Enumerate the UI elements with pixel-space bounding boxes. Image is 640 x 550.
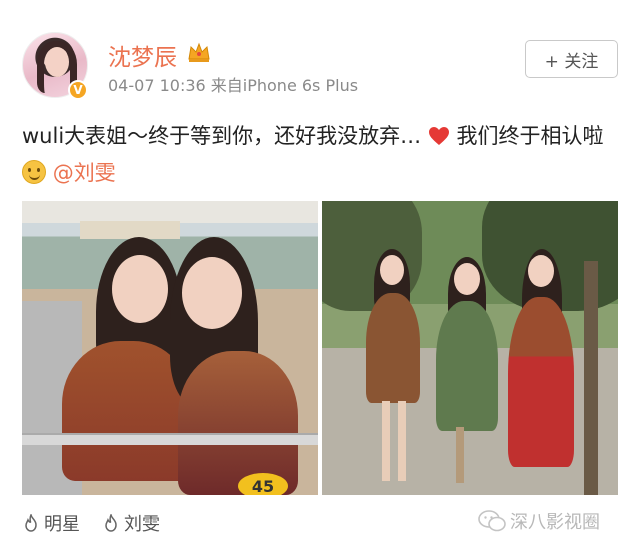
topic-tag-label: 明星 [44, 514, 80, 535]
woman-1-leg-2 [398, 401, 406, 481]
woman-3-dress [508, 297, 574, 467]
fire-icon [25, 514, 37, 532]
fire-icon [105, 514, 117, 532]
topic-tag-liuwen[interactable]: 刘雯 [102, 510, 160, 536]
woman-2-costume [436, 301, 498, 431]
crown-icon [188, 42, 210, 62]
mention-link[interactable]: @刘雯 [53, 161, 116, 185]
number-sign: 45 [238, 473, 288, 495]
smile-emoji-icon [22, 160, 46, 184]
woman-left-face [112, 255, 168, 323]
tree-trunk [584, 261, 598, 495]
watermark: 深八影视圈 [478, 508, 600, 534]
wechat-icon [478, 510, 506, 532]
follow-button[interactable]: + 关注 [525, 40, 618, 78]
post-source: 来自iPhone 6s Plus [210, 76, 359, 95]
bus-sign [80, 221, 180, 239]
bus-roof [22, 201, 318, 223]
woman-1-costume [366, 293, 420, 403]
woman-3-face [528, 255, 554, 287]
heart-icon [428, 127, 449, 145]
post-meta: 04-07 10:36 来自iPhone 6s Plus [108, 72, 358, 96]
woman-1-leg [382, 401, 390, 481]
post-photo-2[interactable] [322, 201, 618, 495]
verified-badge-icon: V [68, 80, 88, 100]
topic-tag-stars[interactable]: 明星 [22, 510, 80, 536]
topic-tags: 明星 刘雯 [22, 510, 160, 536]
post-text: wuli大表姐～终于等到你，还好我没放弃… 我们终于相认啦 @刘雯 [22, 118, 622, 192]
username[interactable]: 沈梦辰 [108, 38, 177, 72]
woman-right-face [182, 257, 242, 329]
post-text-part1: wuli大表姐～终于等到你，还好我没放弃… [22, 124, 422, 148]
woman-2-face [454, 263, 480, 295]
woman-1-face [380, 255, 404, 285]
woman-2-leg [456, 427, 464, 483]
woman-right-dress [178, 351, 298, 495]
post-photo-1[interactable]: 45 [22, 201, 318, 495]
post-timestamp: 04-07 10:36 [108, 76, 206, 95]
post-text-part2: 我们终于相认啦 [449, 124, 604, 148]
bus-rail [22, 433, 318, 445]
avatar-face [45, 47, 69, 77]
watermark-text: 深八影视圈 [510, 512, 600, 533]
topic-tag-label: 刘雯 [124, 514, 160, 535]
